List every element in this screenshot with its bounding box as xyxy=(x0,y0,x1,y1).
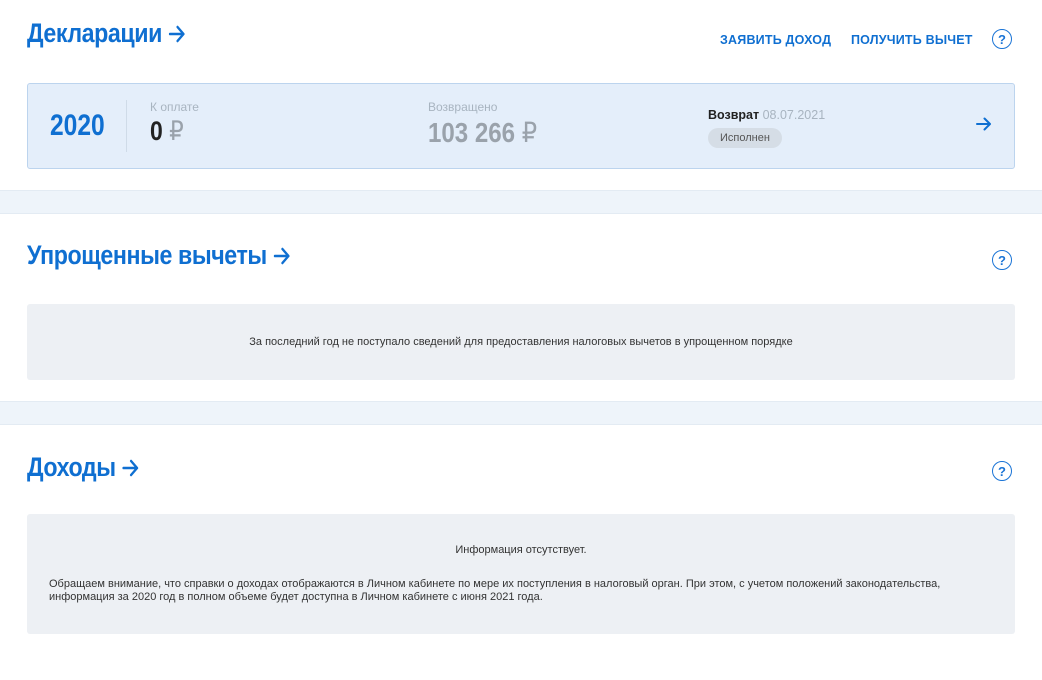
to-pay-label: К оплате xyxy=(150,100,199,114)
help-icon[interactable]: ? xyxy=(992,250,1012,270)
simplified-section: Упрощенные вычеты ? За последний год не … xyxy=(0,214,1042,401)
ruble-icon: ₽ xyxy=(521,117,538,148)
help-icon-glyph: ? xyxy=(998,252,1006,268)
status-badge-label: Исполнен xyxy=(720,132,770,144)
arrow-right-icon xyxy=(168,25,185,42)
income-headline: Информация отсутствует. xyxy=(455,544,587,556)
help-icon-glyph: ? xyxy=(998,463,1006,479)
to-pay-amount: 0 ₽ xyxy=(150,116,184,147)
section-divider xyxy=(0,401,1042,425)
simplified-info-box: За последний год не поступало сведений д… xyxy=(27,304,1015,380)
returned-value: 103 266 xyxy=(428,117,516,148)
help-icon[interactable]: ? xyxy=(992,461,1012,481)
declaration-year: 2020 xyxy=(50,109,105,142)
status-badge: Исполнен xyxy=(708,128,782,148)
help-icon[interactable]: ? xyxy=(992,29,1012,49)
ruble-icon: ₽ xyxy=(169,116,184,146)
income-title-link[interactable]: Доходы xyxy=(27,452,140,483)
declarations-title: Декларации xyxy=(27,18,162,48)
returned-label: Возвращено xyxy=(428,100,498,114)
declaration-card[interactable]: 2020 К оплате 0 ₽ Возвращено 103 266 ₽ В… xyxy=(27,83,1015,169)
declare-income-link[interactable]: ЗАЯВИТЬ ДОХОД xyxy=(720,33,831,47)
refund-date: 08.07.2021 xyxy=(762,108,826,122)
refund-info: Возврат 08.07.2021 xyxy=(708,108,825,122)
returned-amount: 103 266 ₽ xyxy=(428,116,537,149)
income-info-box: Информация отсутствует. Обращаем внимани… xyxy=(27,514,1015,634)
to-pay-value: 0 xyxy=(150,116,163,146)
help-icon-glyph: ? xyxy=(998,31,1006,47)
refund-label: Возврат xyxy=(708,108,760,122)
simplified-title-link[interactable]: Упрощенные вычеты xyxy=(27,240,291,271)
declarations-title-link[interactable]: Декларации xyxy=(27,18,186,49)
income-message: Обращаем внимание, что справки о доходах… xyxy=(49,578,941,603)
declarations-section: Декларации ЗАЯВИТЬ ДОХОД ПОЛУЧИТЬ ВЫЧЕТ … xyxy=(0,0,1042,190)
arrow-right-icon xyxy=(273,247,290,264)
arrow-right-icon xyxy=(122,459,139,476)
simplified-message: За последний год не поступало сведений д… xyxy=(249,336,793,348)
simplified-title: Упрощенные вычеты xyxy=(27,240,267,270)
income-section: Доходы ? Информация отсутствует. Обращае… xyxy=(0,425,1042,680)
arrow-right-icon[interactable] xyxy=(976,117,992,131)
income-title: Доходы xyxy=(27,452,116,482)
get-deduction-link[interactable]: ПОЛУЧИТЬ ВЫЧЕТ xyxy=(851,33,973,47)
card-divider xyxy=(126,100,127,152)
section-divider xyxy=(0,190,1042,214)
